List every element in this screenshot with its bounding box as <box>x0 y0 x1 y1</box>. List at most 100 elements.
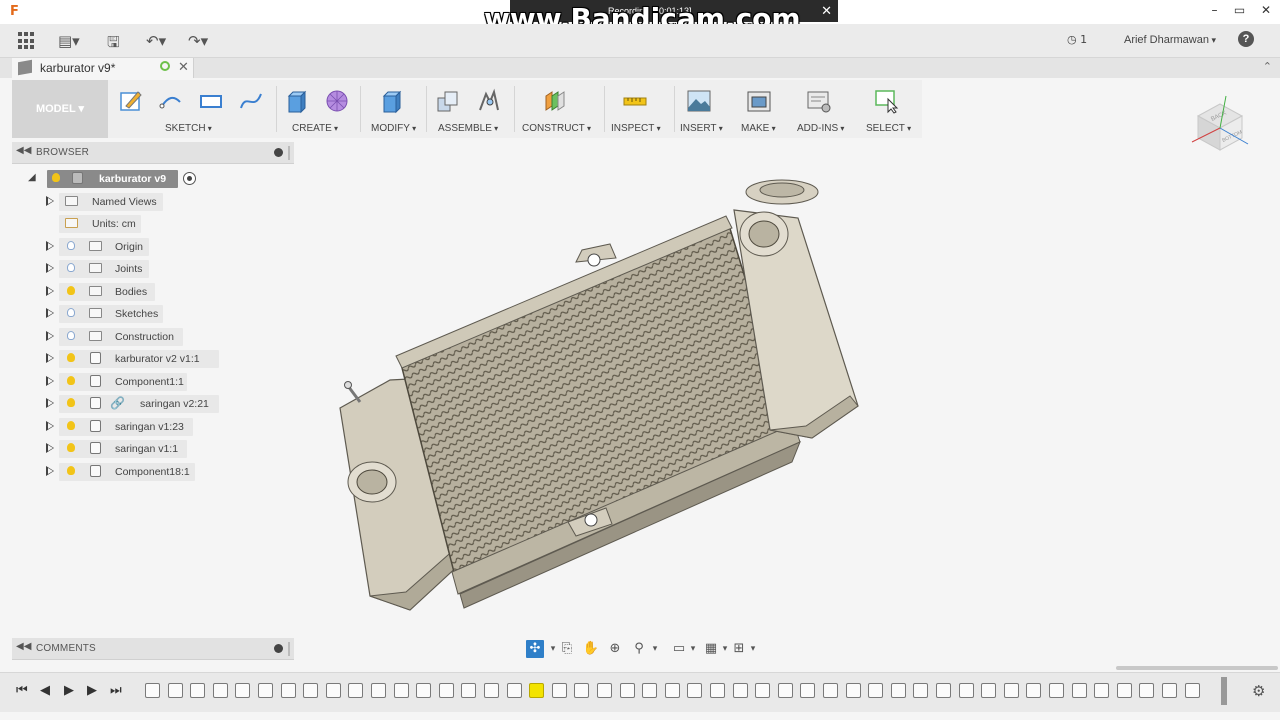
tree-item-saringan-v1-23[interactable]: saringan v1:23 <box>12 416 294 439</box>
visibility-bulb-icon[interactable] <box>67 285 75 295</box>
browser-panel-header[interactable]: ◀◀ BROWSER <box>12 142 294 164</box>
timeline-feature-icon[interactable] <box>280 683 296 698</box>
undo-icon[interactable]: ↶▾ <box>146 32 166 50</box>
timeline-feature-icon[interactable] <box>461 683 477 698</box>
visibility-bulb-icon[interactable] <box>67 330 75 340</box>
form-icon[interactable] <box>324 88 350 114</box>
timeline-next-icon[interactable]: ▶ <box>87 683 97 698</box>
visibility-bulb-icon[interactable] <box>67 308 75 317</box>
timeline-play-icon[interactable]: ▶ <box>64 683 74 698</box>
tree-item-saringan-v2[interactable]: 🔗 saringan v2:21 <box>12 393 294 416</box>
timeline-feature-icon[interactable] <box>145 683 160 698</box>
construct-menu[interactable]: CONSTRUCT <box>522 123 591 134</box>
timeline-marker[interactable] <box>1221 677 1227 705</box>
pan-hand-icon[interactable]: ✋ <box>582 640 600 658</box>
comments-resize-handle[interactable] <box>288 642 290 656</box>
visibility-bulb-icon[interactable] <box>67 443 75 452</box>
timeline-feature-icon[interactable] <box>303 683 319 698</box>
line-icon[interactable] <box>158 88 184 114</box>
timeline-feature-icon[interactable] <box>687 683 703 698</box>
rectangle-icon[interactable] <box>198 88 224 114</box>
timeline-feature-icon[interactable] <box>1139 683 1155 698</box>
recorder-close-icon[interactable]: ✕ <box>821 0 832 22</box>
insert-image-icon[interactable] <box>686 88 712 114</box>
inspect-menu[interactable]: INSPECT <box>611 123 661 134</box>
timeline-feature-icon[interactable] <box>958 683 974 698</box>
document-tab[interactable]: karburator v9* ✕ <box>12 58 194 78</box>
spline-icon[interactable] <box>238 88 264 114</box>
timeline-feature-icon[interactable] <box>777 683 793 698</box>
timeline-feature-icon[interactable] <box>212 683 228 698</box>
modify-menu[interactable]: MODIFY <box>371 123 416 134</box>
assemble-menu[interactable]: ASSEMBLE <box>438 123 498 134</box>
timeline-feature-icon[interactable] <box>438 683 454 698</box>
timeline-feature-icon[interactable] <box>1162 683 1177 698</box>
tree-item-units[interactable]: Units: cm <box>12 213 294 236</box>
timeline-feature-icon[interactable] <box>484 683 499 698</box>
visibility-bulb-icon[interactable] <box>67 353 75 362</box>
timeline-feature-icon[interactable] <box>868 683 884 698</box>
expand-arrow-icon[interactable] <box>46 308 54 318</box>
select-menu[interactable]: SELECT <box>866 123 911 134</box>
tree-item-saringan-v1-1[interactable]: saringan v1:1 <box>12 438 294 461</box>
workspace-switcher[interactable]: MODEL ▾ <box>12 80 108 138</box>
timeline-feature-icon[interactable] <box>235 683 251 698</box>
visibility-bulb-icon[interactable] <box>67 398 75 407</box>
tree-item-karburator-v2[interactable]: karburator v2 v1:1 <box>12 348 294 371</box>
timeline-feature-icon[interactable] <box>619 683 635 698</box>
activate-target-icon[interactable] <box>183 172 196 185</box>
offset-plane-icon[interactable] <box>542 88 568 114</box>
tree-item-sketches[interactable]: Sketches <box>12 303 294 326</box>
measure-icon[interactable] <box>622 88 648 114</box>
timeline-feature-icon[interactable] <box>732 683 748 698</box>
timeline-feature-icon[interactable] <box>890 683 906 698</box>
timeline-feature-icon[interactable] <box>551 683 567 698</box>
timeline-feature-icon[interactable] <box>574 683 590 698</box>
tree-item-named-views[interactable]: Named Views <box>12 191 294 214</box>
collapse-toolbar-icon[interactable]: ⌃ <box>1263 60 1272 73</box>
tab-close-icon[interactable]: ✕ <box>178 59 189 75</box>
timeline-feature-icon[interactable] <box>348 683 364 698</box>
timeline-feature-icon[interactable] <box>393 683 409 698</box>
expand-arrow-icon[interactable] <box>46 398 54 408</box>
display-dropdown-icon[interactable]: ▾ <box>684 640 702 658</box>
sketch-menu[interactable]: SKETCH <box>165 123 212 134</box>
timeline-feature-icon[interactable] <box>1003 683 1019 698</box>
visibility-bulb-icon[interactable] <box>52 173 60 182</box>
insert-menu[interactable]: INSERT <box>680 123 723 134</box>
timeline-feature-icon[interactable] <box>258 683 273 698</box>
browser-pin-icon[interactable] <box>274 148 283 157</box>
timeline-feature-icon[interactable] <box>325 683 341 698</box>
collapse-triangle-icon[interactable]: ◢ <box>28 172 36 183</box>
timeline-feature-icon[interactable] <box>981 683 997 698</box>
expand-arrow-icon[interactable] <box>46 285 54 296</box>
visibility-bulb-icon[interactable] <box>67 465 75 475</box>
select-icon[interactable] <box>874 88 900 114</box>
timeline-feature-icon[interactable] <box>167 683 183 698</box>
create-menu[interactable]: CREATE <box>292 123 338 134</box>
collapse-comments-icon[interactable]: ◀◀ <box>16 641 31 652</box>
timeline-feature-icon[interactable] <box>371 683 386 698</box>
timeline-start-icon[interactable]: ⏮ <box>16 683 28 698</box>
addins-menu[interactable]: ADD-INS <box>797 123 844 134</box>
timeline-feature-icon[interactable] <box>416 683 432 698</box>
tree-item-origin[interactable]: Origin <box>12 236 294 259</box>
viewcube[interactable]: BACK BOTTOM <box>1190 94 1250 154</box>
orbit-constrained-icon[interactable]: ✣ <box>526 640 544 658</box>
comments-panel-header[interactable]: ◀◀ COMMENTS <box>12 638 294 660</box>
timeline-feature-icon[interactable] <box>1026 683 1042 698</box>
timeline-feature-icon[interactable] <box>1184 683 1200 698</box>
expand-arrow-icon[interactable] <box>46 195 54 206</box>
add-comment-icon[interactable] <box>274 644 283 653</box>
timeline-feature-icon[interactable] <box>710 683 725 698</box>
visibility-bulb-icon[interactable] <box>67 240 75 250</box>
timeline-feature-icon[interactable] <box>1049 683 1064 698</box>
timeline-feature-icon[interactable] <box>913 683 929 698</box>
scripts-addins-icon[interactable] <box>806 88 832 114</box>
timeline-feature-icon[interactable] <box>1071 683 1087 698</box>
timeline-feature-icon[interactable] <box>529 683 545 698</box>
timeline-feature-icon[interactable] <box>642 683 658 698</box>
timeline-prev-icon[interactable]: ◀ <box>40 683 50 698</box>
3d-print-icon[interactable] <box>746 88 772 114</box>
timeline-feature-icon[interactable] <box>664 683 680 698</box>
